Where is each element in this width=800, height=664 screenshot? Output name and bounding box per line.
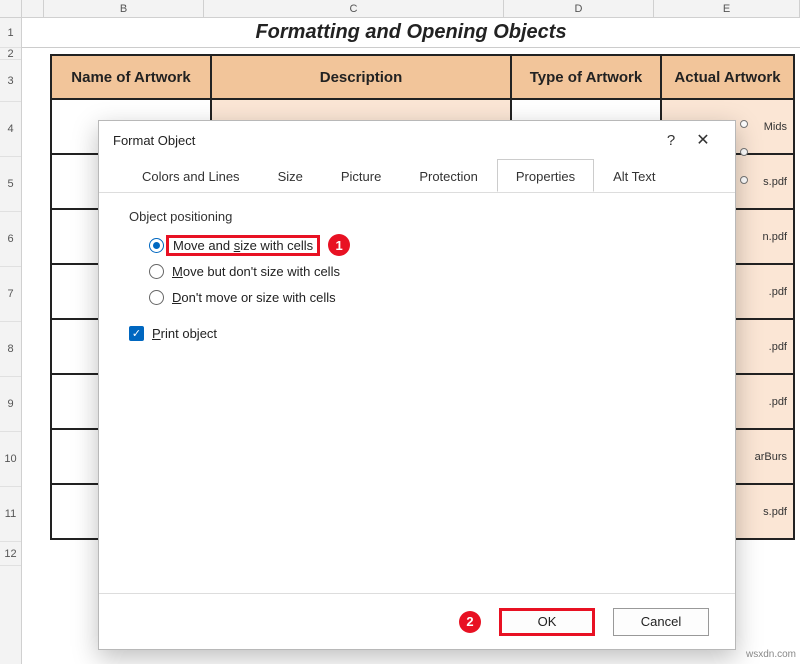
tab-colors-lines[interactable]: Colors and Lines	[123, 159, 259, 192]
tab-protection[interactable]: Protection	[400, 159, 497, 192]
col-header-a[interactable]	[22, 0, 44, 17]
th-type[interactable]: Type of Artwork	[512, 56, 662, 98]
highlight-annotation: Move and size with cells	[166, 235, 320, 256]
row-header-11[interactable]: 11	[0, 487, 21, 542]
dialog-title: Format Object	[113, 133, 657, 148]
tab-alt-text[interactable]: Alt Text	[594, 159, 674, 192]
dialog-tabs: Colors and Lines Size Picture Protection…	[99, 159, 735, 193]
group-label: Object positioning	[129, 209, 705, 224]
col-header-c[interactable]: C	[204, 0, 504, 17]
th-actual[interactable]: Actual Artwork	[662, 56, 793, 98]
row-header-7[interactable]: 7	[0, 267, 21, 322]
column-headers: B C D E	[0, 0, 800, 18]
row-header-3[interactable]: 3	[0, 60, 21, 102]
row-header-1[interactable]: 1	[0, 18, 21, 48]
row-header-10[interactable]: 10	[0, 432, 21, 487]
tab-properties[interactable]: Properties	[497, 159, 594, 192]
selection-handle-icon[interactable]	[740, 120, 748, 128]
row-header-5[interactable]: 5	[0, 157, 21, 212]
radio-move-size-cells[interactable]: Move and size with cells 1	[129, 232, 705, 258]
cancel-button[interactable]: Cancel	[613, 608, 709, 636]
tab-size[interactable]: Size	[259, 159, 322, 192]
annotation-marker-1: 1	[328, 234, 350, 256]
row-header-2[interactable]: 2	[0, 48, 21, 60]
row-header-9[interactable]: 9	[0, 377, 21, 432]
watermark: wsxdn.com	[746, 649, 796, 660]
checkbox-icon: ✓	[129, 326, 144, 341]
radio-move-no-size[interactable]: Move but don't size with cells	[129, 258, 705, 284]
selection-handle-icon[interactable]	[740, 148, 748, 156]
th-name[interactable]: Name of Artwork	[52, 56, 212, 98]
col-header-e[interactable]: E	[654, 0, 800, 17]
row-header-4[interactable]: 4	[0, 102, 21, 157]
annotation-marker-2: 2	[459, 611, 481, 633]
radio-icon	[149, 238, 164, 253]
selection-handle-icon[interactable]	[740, 176, 748, 184]
dialog-footer: 2 OK Cancel	[99, 593, 735, 649]
ok-button[interactable]: OK	[499, 608, 595, 636]
help-icon[interactable]: ?	[657, 132, 685, 149]
radio-dont-move-size[interactable]: Don't move or size with cells	[129, 284, 705, 310]
row-header-8[interactable]: 8	[0, 322, 21, 377]
col-header-b[interactable]: B	[44, 0, 204, 17]
row-header-12[interactable]: 12	[0, 542, 21, 566]
checkbox-print-object[interactable]: ✓ Print object	[129, 320, 705, 346]
format-object-dialog: Format Object ? ✕ Colors and Lines Size …	[98, 120, 736, 650]
row-headers: 1 2 3 4 5 6 7 8 9 10 11 12	[0, 18, 22, 664]
radio-icon	[149, 264, 164, 279]
radio-icon	[149, 290, 164, 305]
page-title: Formatting and Opening Objects	[22, 18, 800, 48]
tab-picture[interactable]: Picture	[322, 159, 400, 192]
close-icon[interactable]: ✕	[685, 130, 721, 150]
col-header-d[interactable]: D	[504, 0, 654, 17]
row-header-6[interactable]: 6	[0, 212, 21, 267]
th-description[interactable]: Description	[212, 56, 512, 98]
object-positioning-group: Object positioning Move and size with ce…	[99, 193, 735, 346]
dialog-titlebar[interactable]: Format Object ? ✕	[99, 121, 735, 159]
